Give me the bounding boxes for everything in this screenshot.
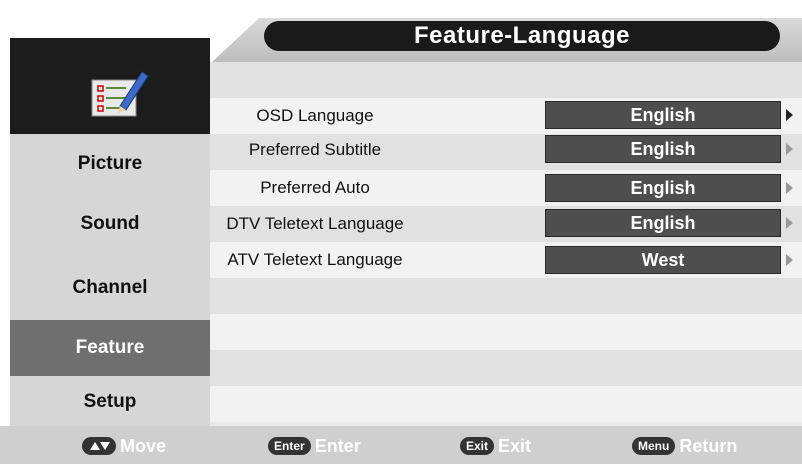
setting-label: Preferred Subtitle [248, 140, 382, 159]
arrow-right-icon[interactable] [786, 217, 793, 229]
menu-key-icon: Menu [632, 437, 676, 455]
sidebar-item-setup[interactable]: Setup [10, 380, 210, 424]
exit-key-icon: Exit [460, 437, 495, 455]
sidebar-item-feature[interactable]: Feature [10, 320, 210, 376]
updown-key-icon [82, 437, 116, 455]
sidebar-item-label: Channel [72, 277, 148, 298]
enter-key-icon: Enter [268, 437, 311, 455]
checklist-pencil-icon [86, 66, 150, 122]
sidebar-item-label: Setup [83, 391, 137, 412]
sidebar-item-label: Picture [77, 153, 143, 174]
setting-value[interactable]: English [545, 101, 781, 129]
arrow-right-icon[interactable] [786, 254, 793, 266]
setting-value[interactable]: English [545, 135, 781, 163]
hint-label: Enter [314, 436, 361, 456]
hint-enter: Enter Enter [268, 435, 361, 457]
setting-value[interactable]: English [545, 209, 781, 237]
panel-stripe [210, 62, 802, 98]
setting-label: ATV Teletext Language [227, 250, 403, 269]
tv-osd-screen: Feature-Language Picture Sound Channel F… [0, 0, 802, 464]
hint-return: Menu Return [632, 435, 737, 457]
page-title: Feature-Language [264, 21, 780, 51]
setting-value[interactable]: English [545, 174, 781, 202]
setting-label: DTV Teletext Language [226, 214, 404, 233]
sidebar-item-label: Sound [80, 213, 140, 234]
arrow-right-icon[interactable] [786, 182, 793, 194]
setting-label: Preferred Auto [260, 178, 370, 197]
hint-label: Return [679, 436, 738, 456]
setting-value[interactable]: West [545, 246, 781, 274]
panel-stripe [210, 350, 802, 386]
panel-stripe [210, 278, 802, 314]
hint-move: Move [82, 435, 166, 457]
footer-hint-bar: Move Enter Enter Exit Exit Menu Return [0, 426, 802, 464]
panel-stripe [210, 314, 802, 350]
hint-label: Move [120, 436, 167, 456]
arrow-right-icon[interactable] [786, 143, 793, 155]
sidebar-item-label: Feature [75, 337, 145, 358]
hint-label: Exit [498, 436, 532, 456]
setting-label: OSD Language [256, 106, 374, 125]
hint-exit: Exit Exit [460, 435, 531, 457]
panel-stripe [210, 386, 802, 422]
arrow-right-icon[interactable] [786, 109, 793, 121]
